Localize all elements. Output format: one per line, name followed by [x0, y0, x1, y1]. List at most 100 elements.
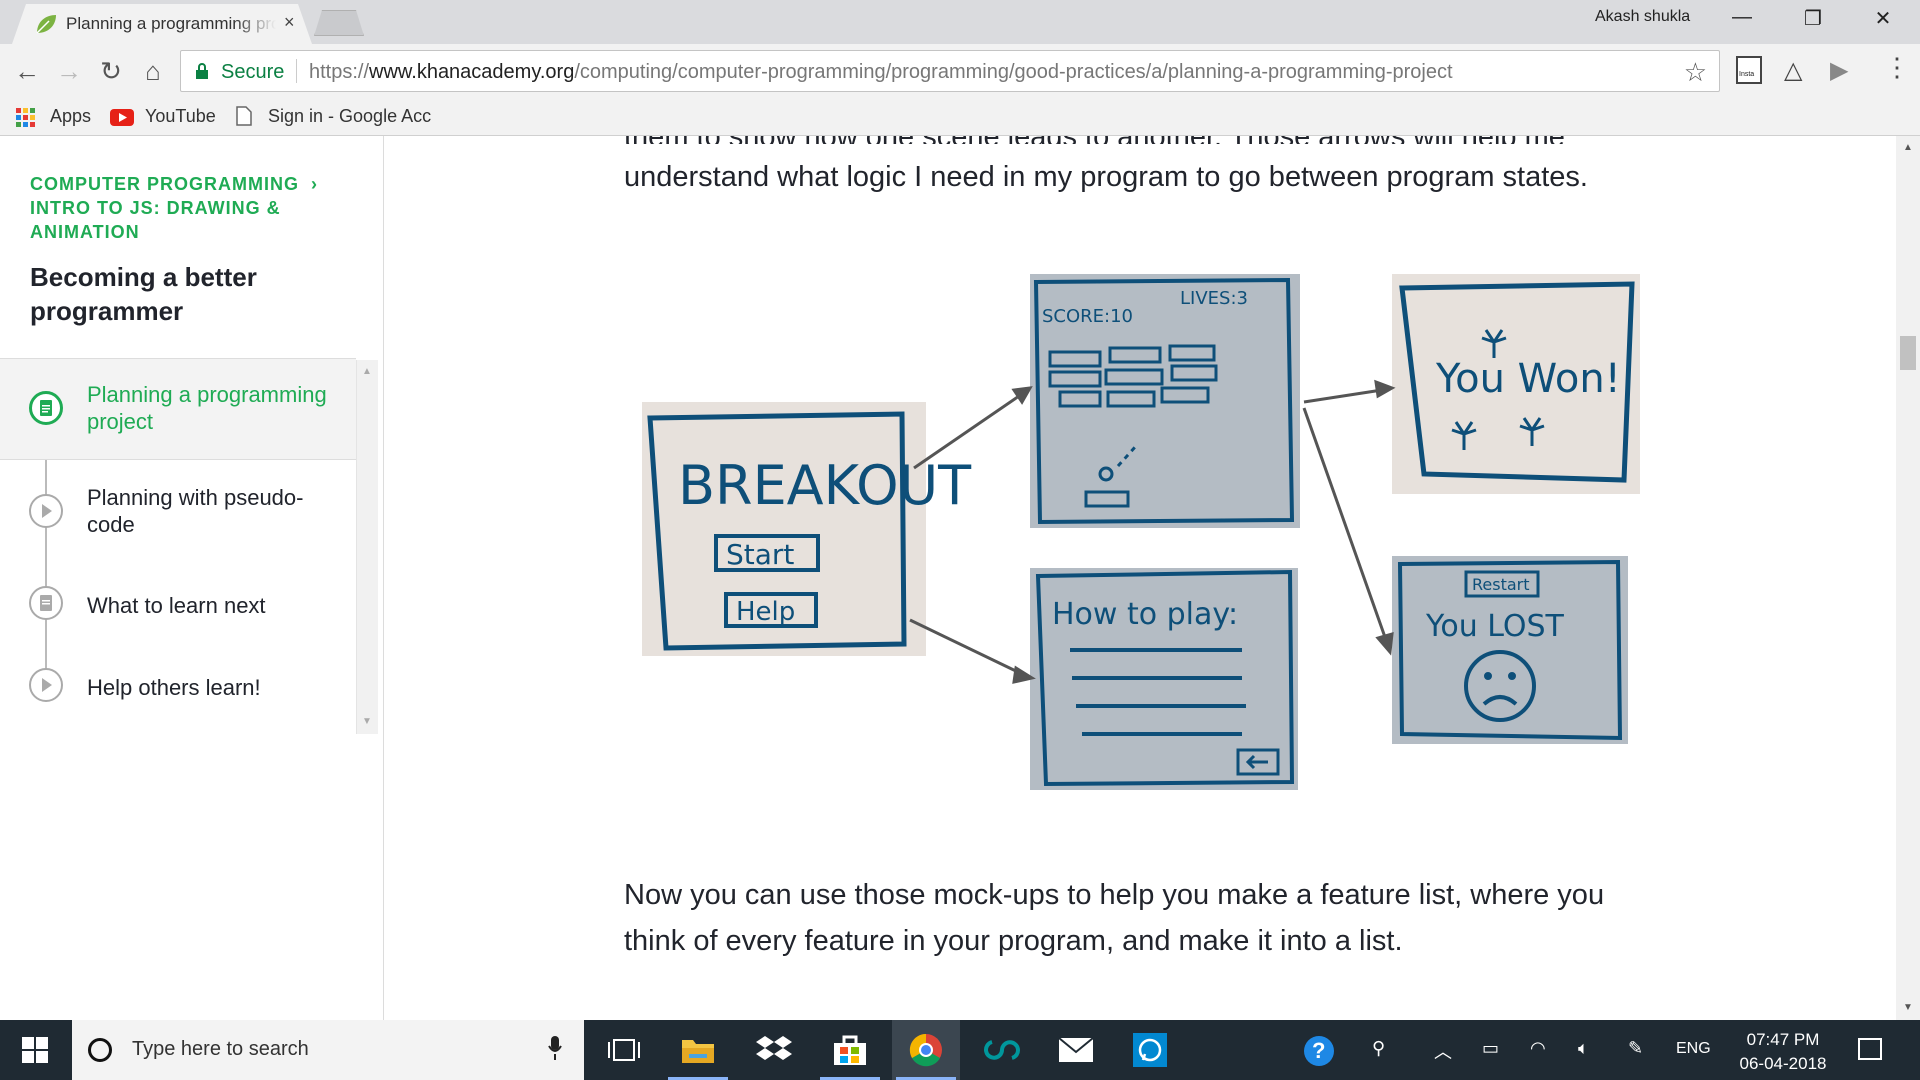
breadcrumb-label: COMPUTER PROGRAMMING	[30, 174, 299, 194]
lesson-list: Planning a programming project Planning …	[0, 358, 358, 732]
clock[interactable]: 07:47 PM 06-04-2018	[1728, 1028, 1838, 1076]
you-lost-card: Restart You LOST	[1392, 556, 1628, 744]
help-button-sketch: Help	[736, 597, 795, 627]
bookmark-apps[interactable]: Apps	[50, 106, 91, 127]
scroll-up-icon[interactable]: ▲	[362, 366, 372, 377]
sidebar-title: Becoming a better programmer	[30, 262, 257, 326]
arduino-icon[interactable]	[968, 1020, 1036, 1080]
scroll-down-icon[interactable]: ▼	[362, 716, 372, 727]
cortana-icon	[88, 1038, 112, 1062]
whatsapp-icon[interactable]	[1116, 1020, 1184, 1080]
file-explorer-icon[interactable]	[664, 1020, 732, 1080]
restore-icon[interactable]: ❐	[1793, 6, 1833, 31]
youtube-icon	[110, 109, 134, 126]
insta-extension-icon[interactable]: Insta	[1736, 56, 1762, 84]
bookmarks-bar: Apps YouTube Sign in - Google Acc	[0, 98, 1920, 136]
browser-title-bar: Planning a programming project × Akash s…	[0, 0, 1920, 44]
lives-label: LIVES:3	[1180, 288, 1248, 309]
lesson-item-pseudo-code[interactable]: Planning with pseudo-code	[0, 478, 356, 548]
lesson-item-planning-project[interactable]: Planning a programming project	[0, 358, 356, 460]
lesson-sidebar: COMPUTER PROGRAMMING › INTRO TO JS: DRAWI…	[0, 136, 384, 1020]
menu-icon[interactable]: ⋮	[1884, 52, 1910, 83]
scroll-down-icon[interactable]: ▼	[1903, 1002, 1913, 1013]
new-tab-button[interactable]	[314, 10, 364, 36]
home-icon[interactable]: ⌂	[136, 54, 170, 88]
how-to-play-label: How to play:	[1052, 597, 1238, 632]
breadcrumb-animation[interactable]: ANIMATION	[30, 222, 140, 243]
mail-icon[interactable]	[1042, 1020, 1110, 1080]
taskbar-search[interactable]: Type here to search	[72, 1020, 584, 1080]
insta-extension-label: Insta	[1739, 71, 1755, 78]
browser-tab[interactable]: Planning a programming project ×	[12, 4, 312, 44]
url-path: /computing/computer-programming/programm…	[574, 61, 1453, 83]
reload-icon[interactable]: ↻	[94, 54, 128, 88]
battery-icon[interactable]: ▭	[1482, 1038, 1499, 1059]
url-host: www.khanacademy.org	[369, 61, 575, 83]
breadcrumb-computer-programming[interactable]: COMPUTER PROGRAMMING ›	[30, 174, 318, 195]
bookmark-google-signin[interactable]: Sign in - Google Acc	[268, 106, 438, 127]
paragraph-feature-list-2: think of every feature in your program, …	[624, 925, 1403, 957]
bookmark-youtube[interactable]: YouTube	[145, 106, 216, 127]
windows-logo-icon	[22, 1037, 48, 1063]
score-label: SCORE:10	[1042, 306, 1133, 327]
tab-title: Planning a programming project	[66, 14, 276, 33]
paragraph-partial: them to show how one scene leads to anot…	[624, 136, 1624, 144]
lesson-label: Planning with pseudo-code	[87, 485, 304, 537]
search-placeholder: Type here to search	[132, 1038, 309, 1060]
chrome-icon[interactable]	[892, 1020, 960, 1080]
clock-time: 07:47 PM	[1746, 1030, 1820, 1049]
start-button[interactable]	[0, 1020, 70, 1080]
lesson-item-what-next[interactable]: What to learn next	[0, 578, 356, 628]
forward-icon[interactable]: →	[52, 54, 86, 88]
bookmark-star-icon[interactable]: ☆	[1684, 57, 1707, 88]
language-indicator[interactable]: ENG	[1676, 1040, 1711, 1058]
wifi-icon[interactable]: ◠	[1530, 1038, 1546, 1059]
task-view-icon[interactable]	[590, 1020, 658, 1080]
restart-button-sketch: Restart	[1472, 575, 1530, 594]
article-icon	[29, 586, 63, 620]
breadcrumb-intro-js[interactable]: INTRO TO JS: DRAWING &	[30, 198, 281, 219]
you-won-label: You Won!	[1435, 356, 1621, 402]
minimize-icon[interactable]: —	[1722, 6, 1762, 29]
address-bar[interactable]: Secure https://www.khanacademy.org/compu…	[180, 50, 1720, 92]
url-scheme: https://	[309, 61, 370, 83]
play-icon	[29, 668, 63, 702]
lesson-label: What to learn next	[87, 593, 266, 618]
paragraph-feature-list-1: Now you can use those mock-ups to help y…	[624, 879, 1605, 911]
show-hidden-icons[interactable]: ︿	[1434, 1038, 1452, 1064]
sidebar-scrollbar[interactable]: ▲ ▼	[356, 360, 378, 734]
scrollbar-thumb[interactable]	[1900, 336, 1916, 370]
apps-grid-icon	[16, 108, 35, 127]
khan-academy-leaf-icon	[36, 15, 56, 34]
breakout-title: BREAKOUT	[678, 454, 972, 517]
lock-icon	[196, 63, 208, 79]
you-lost-label: You LOST	[1425, 609, 1565, 644]
scroll-up-icon[interactable]: ▲	[1903, 142, 1913, 153]
microphone-icon[interactable]	[548, 1036, 562, 1060]
article-content: them to show how one scene leads to anot…	[384, 136, 1896, 1020]
tab-close-icon[interactable]: ×	[284, 12, 295, 33]
secure-label: Secure	[221, 61, 285, 83]
dropbox-icon[interactable]	[740, 1020, 808, 1080]
paragraph-logic: understand what logic I need in my progr…	[624, 161, 1588, 193]
url-text[interactable]: https://www.khanacademy.org/computing/co…	[309, 61, 1453, 84]
you-won-card: You Won!	[1392, 274, 1640, 494]
article-icon	[29, 391, 63, 425]
play-extension-icon[interactable]: ▶	[1830, 56, 1848, 85]
drive-extension-icon[interactable]: △	[1784, 56, 1802, 85]
page-scrollbar[interactable]: ▲ ▼	[1896, 136, 1920, 1020]
help-tray-icon[interactable]: ?	[1304, 1036, 1334, 1066]
how-to-play-card: How to play:	[1030, 568, 1298, 790]
people-icon[interactable]: ⚲	[1372, 1038, 1385, 1059]
lesson-item-help-others[interactable]: Help others learn!	[0, 660, 356, 710]
store-icon[interactable]	[816, 1020, 884, 1080]
lesson-label: Help others learn!	[87, 675, 261, 700]
back-icon[interactable]: ←	[10, 54, 44, 88]
profile-name[interactable]: Akash shukla	[1595, 8, 1690, 26]
pen-icon[interactable]: ✎	[1628, 1038, 1643, 1059]
close-window-icon[interactable]: ✕	[1863, 6, 1903, 31]
breakout-card: BREAKOUT Start Help	[642, 402, 972, 656]
volume-icon[interactable]: 🔈︎	[1578, 1038, 1589, 1059]
action-center-icon[interactable]	[1858, 1038, 1882, 1060]
gameplay-card: SCORE:10 LIVES:3	[1030, 274, 1300, 528]
